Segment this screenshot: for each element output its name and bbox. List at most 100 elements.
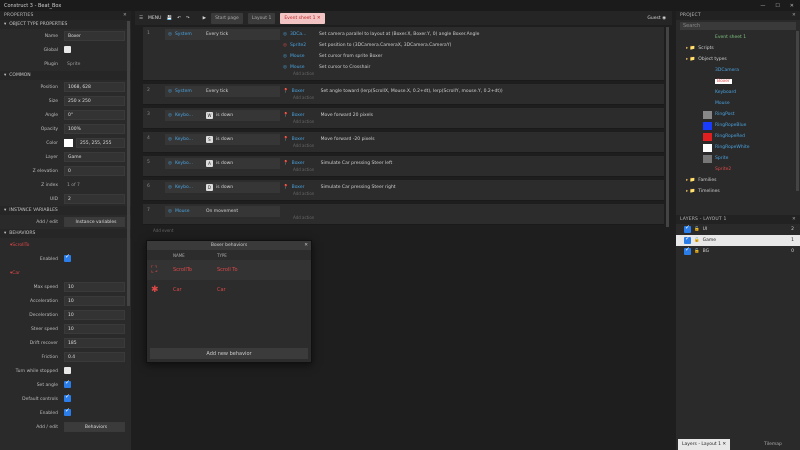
tab-event-sheet-1[interactable]: Event sheet 1 ✕ — [280, 12, 325, 24]
prop-value[interactable]: 10 — [64, 324, 125, 334]
event-block[interactable]: 5 ◎ Keybo... Ais down 📍 Boxer Simulate Car pre… — [143, 156, 664, 177]
tab-layout-1[interactable]: Layout 1 — [247, 12, 276, 24]
close-icon[interactable]: ✕ — [123, 13, 127, 18]
event-condition[interactable]: ◎ Keybo... Ais down — [165, 158, 280, 169]
tab-tilemap[interactable]: Tilemap — [760, 439, 786, 450]
project-item[interactable]: RingRopeWhite — [682, 142, 800, 153]
scrollbar[interactable] — [666, 27, 669, 227]
event-action[interactable]: ◎ 3DCa... Set camera parallel to layout at… — [283, 29, 479, 39]
project-item[interactable]: Event sheet 1 — [682, 32, 800, 43]
prop-value[interactable]: 0.4 — [64, 352, 125, 362]
prop-value[interactable]: 185 — [64, 338, 125, 348]
event-condition[interactable]: ◎ Keybo... Dis down — [165, 182, 280, 193]
lock-icon[interactable]: 🔓 — [694, 238, 700, 243]
car-option-checkbox[interactable] — [64, 366, 71, 374]
prop-value[interactable]: 100% — [64, 124, 125, 134]
layer-visible-checkbox[interactable] — [684, 235, 691, 244]
behaviors-button[interactable]: Behaviors — [64, 422, 125, 432]
event-block[interactable]: 3 ◎ Keybo... Wis down 📍 Boxer Move forward 20 … — [143, 108, 664, 129]
add-action-link[interactable]: Add action — [293, 215, 314, 220]
scrollto-enabled-checkbox[interactable] — [64, 253, 71, 262]
project-item[interactable]: ▸ 📁 Object types — [682, 54, 800, 65]
layer-visible-checkbox[interactable] — [684, 246, 691, 255]
prop-value[interactable]: 255, 255, 255 — [76, 138, 125, 148]
project-item[interactable]: ▸ 📁 Families — [682, 175, 800, 186]
undo-icon[interactable]: ↶ — [177, 16, 181, 21]
layer-visible-checkbox[interactable] — [684, 224, 691, 233]
event-action[interactable]: ◎ Sprite2 Set position to (3DCamera.Camera… — [283, 40, 451, 50]
project-item[interactable]: Sprite — [682, 153, 800, 164]
add-action-link[interactable]: Add action — [293, 167, 314, 172]
event-condition[interactable]: ◎ Keybo... Wis down — [165, 110, 280, 121]
add-action-link[interactable]: Add action — [293, 95, 314, 100]
minimize-icon[interactable]: — — [760, 3, 765, 9]
guest-account[interactable]: Guest ◉ — [647, 16, 672, 21]
behavior-car[interactable]: ▾ Car — [0, 266, 131, 280]
prop-value[interactable]: 10 — [64, 282, 125, 292]
tab-layers-layout-1[interactable]: Layers - Layout 1 ✕ — [678, 439, 731, 450]
lock-icon[interactable]: 🔓 — [694, 249, 700, 254]
add-action-link[interactable]: Add action — [293, 191, 314, 196]
close-icon[interactable]: ✕ — [790, 3, 794, 9]
section-common[interactable]: ▾ COMMON — [0, 71, 131, 80]
event-action[interactable]: ◎ Mouse Set cursor from sprite Boxer — [283, 51, 382, 61]
global-checkbox[interactable] — [64, 45, 71, 53]
prop-value[interactable]: 0° — [64, 110, 125, 120]
close-icon[interactable]: ✕ — [304, 243, 308, 248]
project-search-input[interactable]: Search — [680, 22, 796, 30]
car-option-checkbox[interactable] — [64, 393, 71, 402]
section-instance-vars[interactable]: ▾ INSTANCE VARIABLES — [0, 206, 131, 215]
event-block[interactable]: 2 ◎ System Every tick 📍 Boxer Set angle toward… — [143, 84, 664, 105]
play-icon[interactable]: ▶ — [203, 16, 206, 21]
redo-icon[interactable]: ↷ — [186, 16, 190, 21]
event-block[interactable]: 4 ◎ Keybo... Sis down 📍 Boxer Move forward -20… — [143, 132, 664, 153]
project-item[interactable]: ▸ 📁 Scripts — [682, 43, 800, 54]
project-item[interactable]: RingPost — [682, 109, 800, 120]
name-field[interactable]: Boxer — [64, 31, 125, 41]
project-item[interactable]: Keyboard — [682, 87, 800, 98]
close-icon[interactable]: ✕ — [792, 217, 796, 222]
scrollbar[interactable] — [796, 31, 799, 191]
prop-value[interactable]: 1068, 628 — [64, 82, 125, 92]
layer-row[interactable]: 🔓BG0 — [676, 246, 800, 257]
prop-value[interactable]: Game — [64, 152, 125, 162]
prop-value[interactable]: 10 — [64, 296, 125, 306]
car-option-checkbox[interactable] — [64, 379, 71, 388]
behavior-row-car[interactable]: ✱ Car Car — [147, 280, 311, 300]
event-condition[interactable]: ◎ Keybo... Sis down — [165, 134, 280, 145]
event-condition[interactable]: ◎ Mouse On movement — [165, 206, 280, 217]
behavior-row-scrollto[interactable]: ⛶ ScrollTo Scroll To — [147, 260, 311, 280]
color-swatch[interactable] — [64, 139, 73, 147]
add-behavior-button[interactable]: Add new behavior — [150, 348, 308, 359]
layer-row[interactable]: 🔓Game1 — [676, 235, 800, 246]
event-block[interactable]: 1 ◎ System Every tick ◎ 3DCa... Set camera par… — [143, 27, 664, 81]
scrollbar[interactable] — [127, 21, 130, 306]
behavior-scrollto[interactable]: ▾ ScrollTo — [0, 238, 131, 252]
project-item[interactable]: Mouse — [682, 98, 800, 109]
save-icon[interactable]: 💾 — [166, 16, 172, 21]
add-event-link[interactable]: Add event — [153, 228, 173, 233]
car-option-checkbox[interactable] — [64, 407, 71, 416]
tab-start-page[interactable]: Start page — [211, 12, 243, 24]
menu-button[interactable]: MENU — [148, 16, 161, 21]
prop-value[interactable]: 2 — [64, 194, 125, 204]
project-item[interactable]: RingRopeBlue — [682, 120, 800, 131]
close-icon[interactable]: ✕ — [792, 13, 796, 18]
add-action-link[interactable]: Add action — [293, 119, 314, 124]
event-action[interactable]: 📍 Boxer Set angle toward (lerp(ScrollX, Mo… — [283, 86, 503, 96]
event-block[interactable]: 7 ◎ Mouse On movement Add action — [143, 204, 664, 225]
add-action-link[interactable]: Add action — [293, 143, 314, 148]
prop-value[interactable]: 0 — [64, 166, 125, 176]
event-block[interactable]: 6 ◎ Keybo... Dis down 📍 Boxer Simulate Car pre… — [143, 180, 664, 201]
section-object-type[interactable]: ▾ OBJECT TYPE PROPERTIES — [0, 20, 131, 29]
project-item[interactable]: RingRopeRed — [682, 131, 800, 142]
prop-value[interactable]: 250 x 250 — [64, 96, 125, 106]
section-behaviors[interactable]: ▾ BEHAVIORS — [0, 229, 131, 238]
event-condition[interactable]: ◎ System Every tick — [165, 86, 280, 97]
maximize-icon[interactable]: ☐ — [775, 3, 779, 9]
project-item[interactable]: Sprite2 — [682, 164, 800, 175]
project-item[interactable]: ▸ 📁 Timelines — [682, 186, 800, 197]
add-action-link[interactable]: Add action — [293, 71, 314, 76]
instance-variables-button[interactable]: Instance variables — [64, 217, 125, 227]
layer-row[interactable]: 🔓UI2 — [676, 224, 800, 235]
